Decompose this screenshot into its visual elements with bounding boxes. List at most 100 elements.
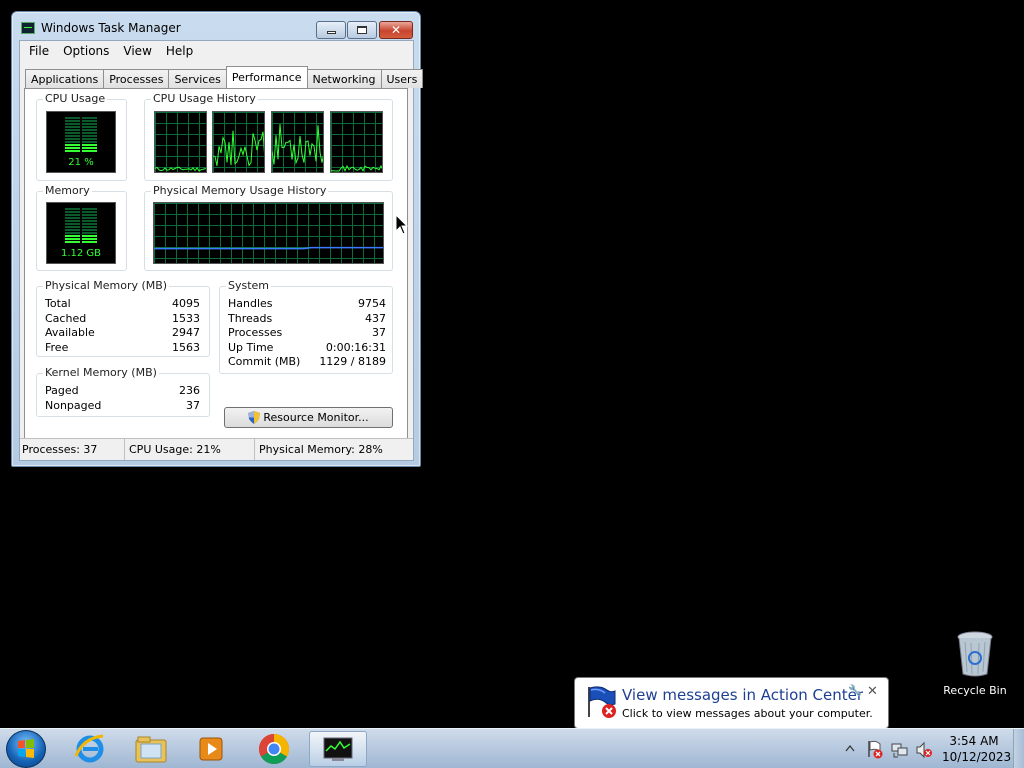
action-center-flag-icon: [588, 686, 616, 718]
cpu-meter-segment: [65, 135, 80, 137]
menu-view[interactable]: View: [116, 44, 158, 58]
physical-memory-label: Physical Memory (MB): [43, 279, 170, 292]
taskbar-chrome[interactable]: [248, 731, 300, 767]
taskbar: 3:54 AM 10/12/2023: [0, 728, 1024, 768]
system-label: System: [226, 279, 272, 292]
kernel-memory-group: Kernel Memory (MB) Paged 236 Nonpaged 37: [36, 366, 210, 417]
system-clock[interactable]: 3:54 AM 10/12/2023: [942, 733, 1011, 765]
taskbar-internet-explorer[interactable]: [64, 731, 116, 767]
cpu-meter-segment: [82, 132, 97, 134]
memory-meter-segment: [82, 211, 97, 213]
pin-icon[interactable]: 🔧: [848, 684, 862, 697]
windows-explorer-icon: [135, 736, 167, 763]
kernel-memory-stats: Paged 236 Nonpaged 37: [45, 384, 200, 414]
task-manager-window[interactable]: Windows Task Manager ✕ File Options View…: [11, 11, 424, 467]
notification-close-button[interactable]: ✕: [867, 684, 878, 699]
stat-value: 236: [179, 384, 200, 397]
show-desktop-button[interactable]: [1013, 729, 1024, 768]
cpu-meter-segment: [82, 117, 97, 119]
cpu-meter-segment: [65, 141, 80, 143]
recycle-bin[interactable]: Recycle Bin: [940, 630, 1010, 697]
memory-value: 1.12 GB: [60, 248, 102, 259]
cpu-core-2-graph: [212, 111, 265, 173]
start-button[interactable]: [6, 730, 46, 768]
stat-value: 1563: [172, 341, 200, 354]
stat-value: 37: [186, 399, 200, 412]
memory-meter-segment: [65, 220, 80, 222]
memory-meter-segment: [65, 214, 80, 216]
notification-text: Click to view messages about your comput…: [622, 707, 873, 720]
memory-meter-segment: [65, 208, 80, 210]
tab-services[interactable]: Services: [168, 69, 227, 88]
cpu-meter-segment: [82, 138, 97, 140]
mouse-cursor-icon: [395, 214, 409, 235]
memory-label: Memory: [43, 184, 92, 197]
cpu-meter-segment: [65, 129, 80, 131]
menu-options[interactable]: Options: [56, 44, 116, 58]
physical-memory-group: Physical Memory (MB) Total 4095 Cached 153…: [36, 279, 210, 357]
tab-strip: Applications Processes Services Performa…: [25, 66, 424, 88]
taskbar-media-player[interactable]: [185, 731, 237, 767]
show-hidden-icons-icon[interactable]: [845, 744, 855, 752]
internet-explorer-icon: [74, 734, 104, 763]
volume-muted-icon[interactable]: [915, 741, 933, 759]
memory-history-line: [154, 246, 383, 250]
stat-row: Commit (MB) 1129 / 8189: [228, 355, 386, 369]
recycle-bin-label: Recycle Bin: [943, 684, 1007, 697]
tab-networking[interactable]: Networking: [306, 69, 382, 88]
cpu-meter-segment: [82, 126, 97, 128]
stat-label: Processes: [228, 326, 283, 339]
maximize-icon: [357, 26, 367, 34]
tab-users[interactable]: Users: [380, 69, 424, 88]
chrome-icon: [258, 734, 290, 765]
tab-performance[interactable]: Performance: [225, 66, 308, 88]
resource-monitor-button[interactable]: Resource Monitor...: [224, 407, 393, 428]
cpu-meter-segment: [65, 150, 80, 152]
minimize-button[interactable]: [316, 21, 346, 39]
stat-row: Paged 236: [45, 384, 200, 398]
memory-meter-segment: [65, 235, 80, 237]
memory-meter-segment: [65, 232, 80, 234]
close-button[interactable]: ✕: [379, 21, 413, 39]
cpu-meter-segment: [82, 150, 97, 152]
stat-row: Threads 437: [228, 312, 386, 326]
clock-time: 3:54 AM: [949, 734, 999, 748]
cpu-history-line: [213, 130, 264, 167]
action-center-tray-icon[interactable]: [866, 740, 884, 760]
tab-processes[interactable]: Processes: [103, 69, 170, 88]
tab-applications[interactable]: Applications: [25, 69, 105, 88]
stat-row: Available 2947: [45, 326, 200, 340]
stat-value: 0:00:16:31: [325, 341, 386, 354]
memory-history-group: Physical Memory Usage History: [144, 184, 393, 271]
memory-meter-segment: [65, 238, 80, 240]
memory-meter: 1.12 GB: [46, 202, 116, 264]
cpu-meter-segment: [65, 144, 80, 146]
notification-title: View messages in Action Center: [622, 686, 864, 704]
network-icon[interactable]: [890, 741, 908, 759]
cpu-meter-segment: [82, 141, 97, 143]
stat-row: Handles 9754: [228, 297, 386, 311]
cpu-meter-segment: [82, 147, 97, 149]
minimize-icon: [326, 31, 336, 34]
memory-meter-segment: [82, 226, 97, 228]
cpu-history-line: [155, 166, 206, 172]
menu-file[interactable]: File: [22, 44, 56, 58]
cpu-usage-group: CPU Usage 21 %: [36, 92, 127, 181]
menu-bar: File Options View Help: [20, 41, 413, 61]
memory-meter-segment: [82, 208, 97, 210]
stat-value: 437: [365, 312, 386, 325]
memory-meter-segment: [82, 238, 97, 240]
taskbar-task-manager[interactable]: [309, 731, 367, 767]
cpu-meter-segment: [65, 132, 80, 134]
maximize-button[interactable]: [347, 21, 377, 39]
stat-value: 37: [372, 326, 386, 339]
stat-row: Nonpaged 37: [45, 399, 200, 413]
action-center-notification[interactable]: View messages in Action Center Click to …: [574, 677, 889, 737]
memory-meter-segment: [65, 223, 80, 225]
physical-memory-stats: Total 4095 Cached 1533 Available 2947 Free 1…: [45, 297, 200, 357]
stat-label: Cached: [45, 312, 87, 325]
taskbar-windows-explorer[interactable]: [125, 731, 177, 767]
menu-help[interactable]: Help: [159, 44, 200, 58]
cpu-history-line: [272, 124, 323, 165]
close-icon: ✕: [390, 23, 402, 37]
